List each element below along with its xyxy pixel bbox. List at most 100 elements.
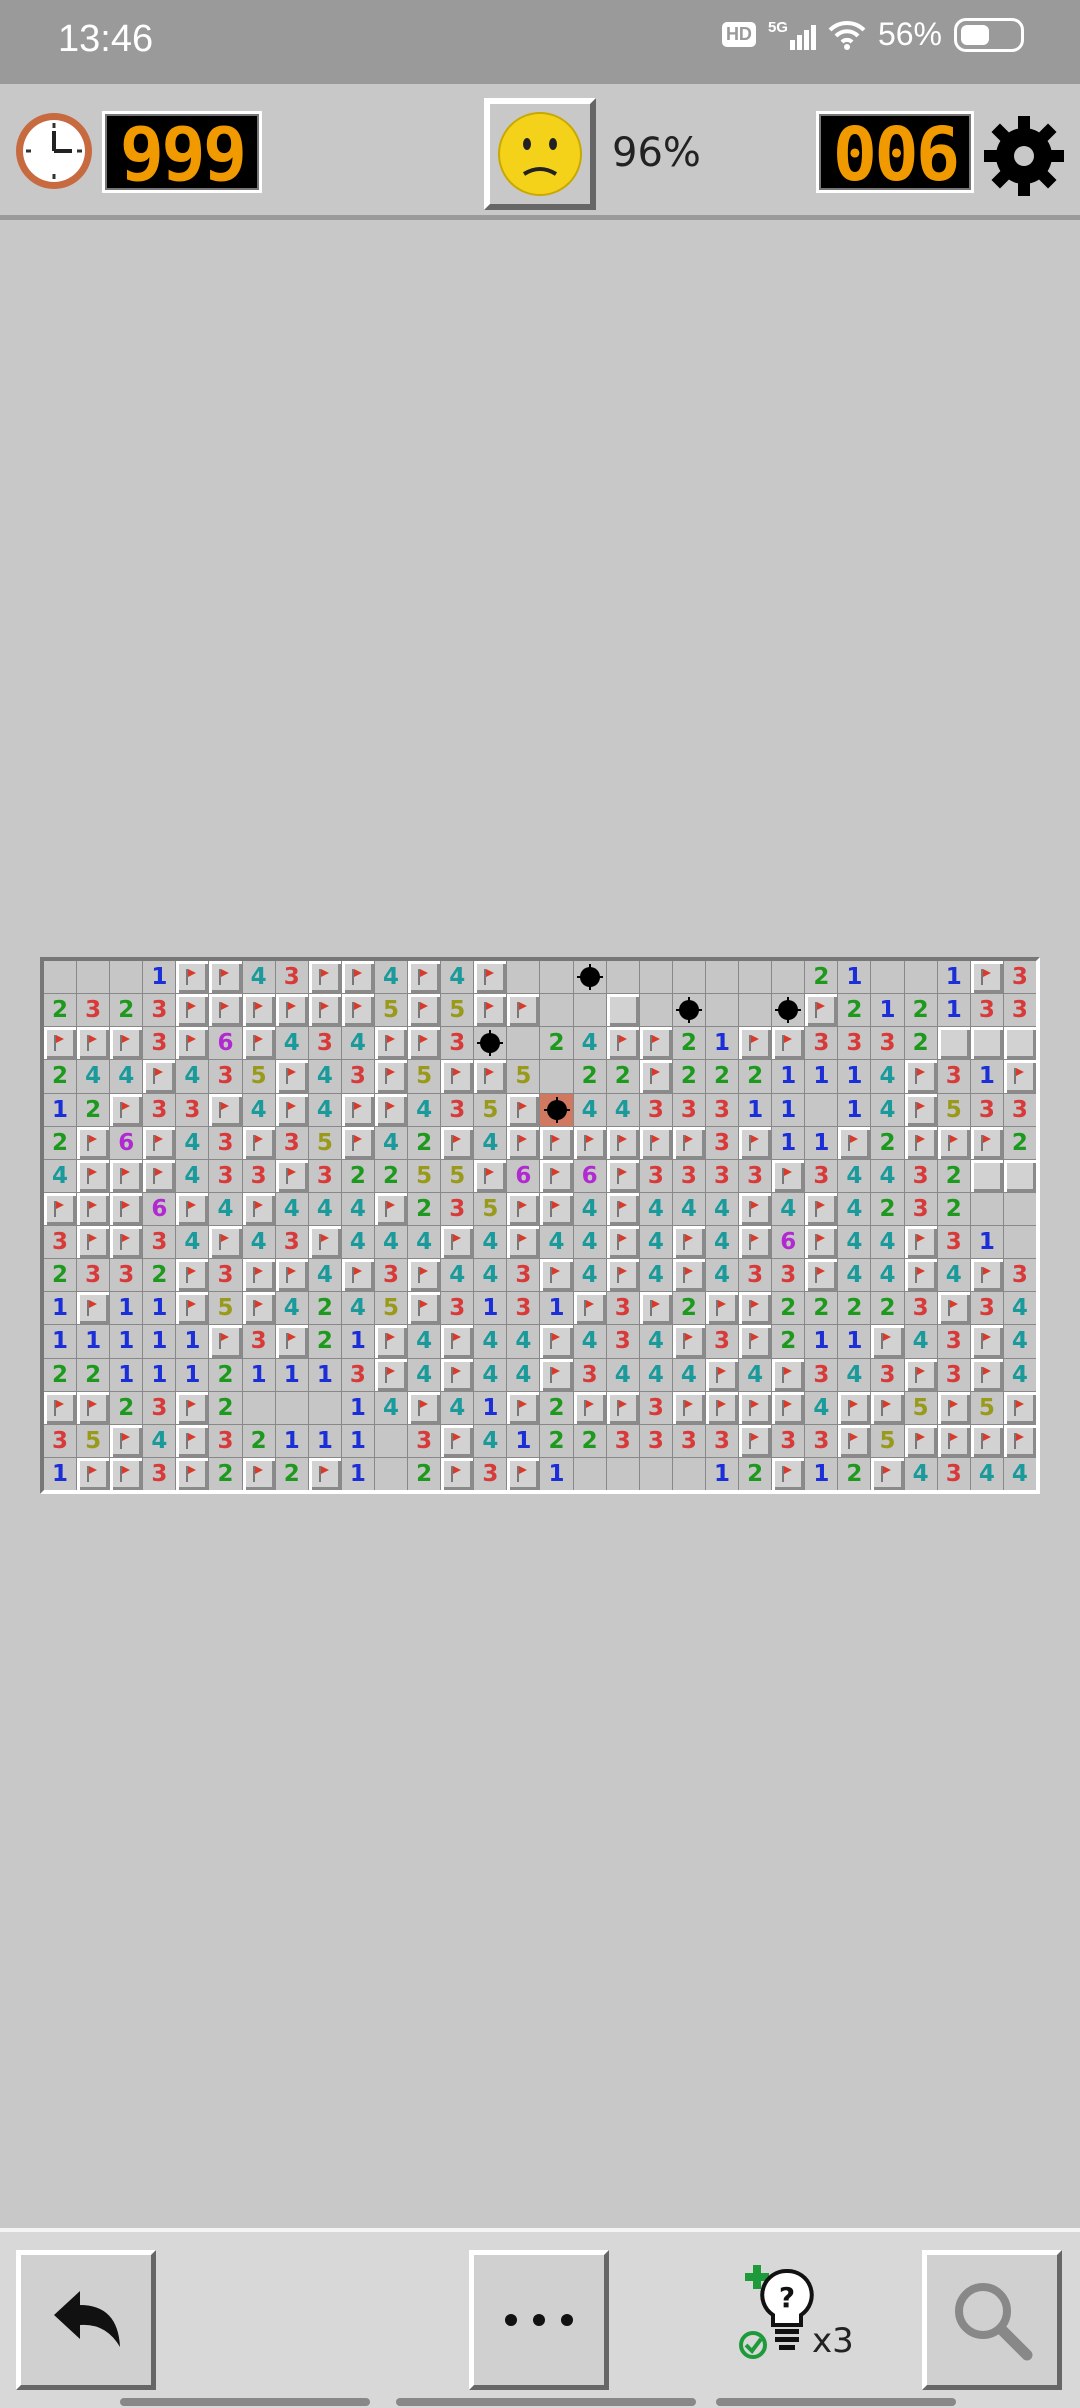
number-cell[interactable]: 4 <box>639 1259 672 1292</box>
number-cell[interactable]: 4 <box>441 1391 474 1424</box>
number-cell[interactable]: 3 <box>1003 961 1036 994</box>
number-cell[interactable]: 1 <box>705 1027 739 1060</box>
flagged-cell[interactable] <box>209 1093 242 1126</box>
number-cell[interactable]: 4 <box>374 1391 408 1424</box>
flagged-cell[interactable] <box>937 1424 970 1457</box>
number-cell[interactable]: 3 <box>805 1424 838 1457</box>
number-cell[interactable]: 2 <box>672 1027 705 1060</box>
number-cell[interactable]: 4 <box>838 1159 871 1192</box>
number-cell[interactable]: 1 <box>540 1457 573 1490</box>
number-cell[interactable]: 3 <box>143 1391 176 1424</box>
number-cell[interactable]: 4 <box>573 1325 606 1358</box>
empty-cell[interactable] <box>705 961 739 994</box>
number-cell[interactable]: 4 <box>639 1325 672 1358</box>
flagged-cell[interactable] <box>77 1027 110 1060</box>
number-cell[interactable]: 3 <box>441 1093 474 1126</box>
flagged-cell[interactable] <box>772 1457 805 1490</box>
number-cell[interactable]: 3 <box>209 1259 242 1292</box>
flagged-cell[interactable] <box>308 961 341 994</box>
empty-cell[interactable] <box>110 961 143 994</box>
number-cell[interactable]: 6 <box>573 1159 606 1192</box>
flagged-cell[interactable] <box>275 1259 308 1292</box>
number-cell[interactable]: 4 <box>606 1358 639 1391</box>
number-cell[interactable]: 3 <box>937 1325 970 1358</box>
number-cell[interactable]: 1 <box>110 1292 143 1325</box>
number-cell[interactable]: 4 <box>838 1192 871 1225</box>
empty-cell[interactable] <box>275 1391 308 1424</box>
number-cell[interactable]: 1 <box>838 1060 871 1093</box>
number-cell[interactable]: 1 <box>705 1457 739 1490</box>
empty-cell[interactable] <box>540 994 573 1027</box>
flagged-cell[interactable] <box>143 1126 176 1159</box>
number-cell[interactable]: 3 <box>772 1259 805 1292</box>
flagged-cell[interactable] <box>672 1259 705 1292</box>
number-cell[interactable]: 2 <box>904 994 937 1027</box>
number-cell[interactable]: 4 <box>838 1358 871 1391</box>
flagged-cell[interactable] <box>176 1192 209 1225</box>
flagged-cell[interactable] <box>970 961 1003 994</box>
number-cell[interactable]: 4 <box>573 1226 606 1259</box>
number-cell[interactable]: 4 <box>639 1192 672 1225</box>
number-cell[interactable]: 3 <box>209 1060 242 1093</box>
number-cell[interactable]: 5 <box>209 1292 242 1325</box>
number-cell[interactable]: 4 <box>871 1093 904 1126</box>
flagged-cell[interactable] <box>772 1159 805 1192</box>
number-cell[interactable]: 3 <box>672 1093 705 1126</box>
number-cell[interactable]: 6 <box>209 1027 242 1060</box>
number-cell[interactable]: 1 <box>44 1325 77 1358</box>
flagged-cell[interactable] <box>606 1126 639 1159</box>
number-cell[interactable]: 4 <box>1003 1325 1036 1358</box>
number-cell[interactable]: 4 <box>606 1093 639 1126</box>
flagged-cell[interactable] <box>209 961 242 994</box>
number-cell[interactable]: 1 <box>970 1060 1003 1093</box>
number-cell[interactable]: 4 <box>77 1060 110 1093</box>
number-cell[interactable]: 4 <box>341 1027 374 1060</box>
empty-cell[interactable] <box>242 1391 275 1424</box>
undo-button[interactable] <box>16 2250 156 2390</box>
flagged-cell[interactable] <box>341 1259 374 1292</box>
number-cell[interactable]: 2 <box>77 1358 110 1391</box>
flagged-cell[interactable] <box>441 1226 474 1259</box>
number-cell[interactable]: 2 <box>44 994 77 1027</box>
flagged-cell[interactable] <box>242 1457 275 1490</box>
number-cell[interactable]: 3 <box>639 1093 672 1126</box>
flagged-cell[interactable] <box>672 1226 705 1259</box>
flagged-cell[interactable] <box>639 1292 672 1325</box>
empty-cell[interactable] <box>606 961 639 994</box>
number-cell[interactable]: 1 <box>772 1060 805 1093</box>
number-cell[interactable]: 3 <box>871 1027 904 1060</box>
number-cell[interactable]: 1 <box>176 1325 209 1358</box>
number-cell[interactable]: 4 <box>573 1027 606 1060</box>
number-cell[interactable]: 4 <box>474 1325 507 1358</box>
number-cell[interactable]: 4 <box>474 1126 507 1159</box>
flagged-cell[interactable] <box>209 1226 242 1259</box>
flagged-cell[interactable] <box>110 1027 143 1060</box>
flagged-cell[interactable] <box>904 1226 937 1259</box>
flagged-cell[interactable] <box>176 1259 209 1292</box>
number-cell[interactable]: 3 <box>904 1192 937 1225</box>
number-cell[interactable]: 5 <box>474 1192 507 1225</box>
number-cell[interactable]: 2 <box>705 1060 739 1093</box>
flagged-cell[interactable] <box>606 1391 639 1424</box>
number-cell[interactable]: 4 <box>209 1192 242 1225</box>
number-cell[interactable]: 4 <box>44 1159 77 1192</box>
flagged-cell[interactable] <box>77 1226 110 1259</box>
flagged-cell[interactable] <box>474 1060 507 1093</box>
flagged-cell[interactable] <box>540 1192 573 1225</box>
flagged-cell[interactable] <box>904 1093 937 1126</box>
flagged-cell[interactable] <box>44 1391 77 1424</box>
flagged-cell[interactable] <box>110 1159 143 1192</box>
flagged-cell[interactable] <box>308 994 341 1027</box>
number-cell[interactable]: 2 <box>1003 1126 1036 1159</box>
number-cell[interactable]: 2 <box>573 1060 606 1093</box>
empty-cell[interactable] <box>374 1457 408 1490</box>
flagged-cell[interactable] <box>540 1159 573 1192</box>
number-cell[interactable]: 4 <box>275 1192 308 1225</box>
flagged-cell[interactable] <box>904 1060 937 1093</box>
flagged-cell[interactable] <box>176 1391 209 1424</box>
flagged-cell[interactable] <box>110 1093 143 1126</box>
number-cell[interactable]: 3 <box>772 1424 805 1457</box>
number-cell[interactable]: 4 <box>341 1292 374 1325</box>
number-cell[interactable]: 2 <box>374 1159 408 1192</box>
number-cell[interactable]: 4 <box>705 1226 739 1259</box>
